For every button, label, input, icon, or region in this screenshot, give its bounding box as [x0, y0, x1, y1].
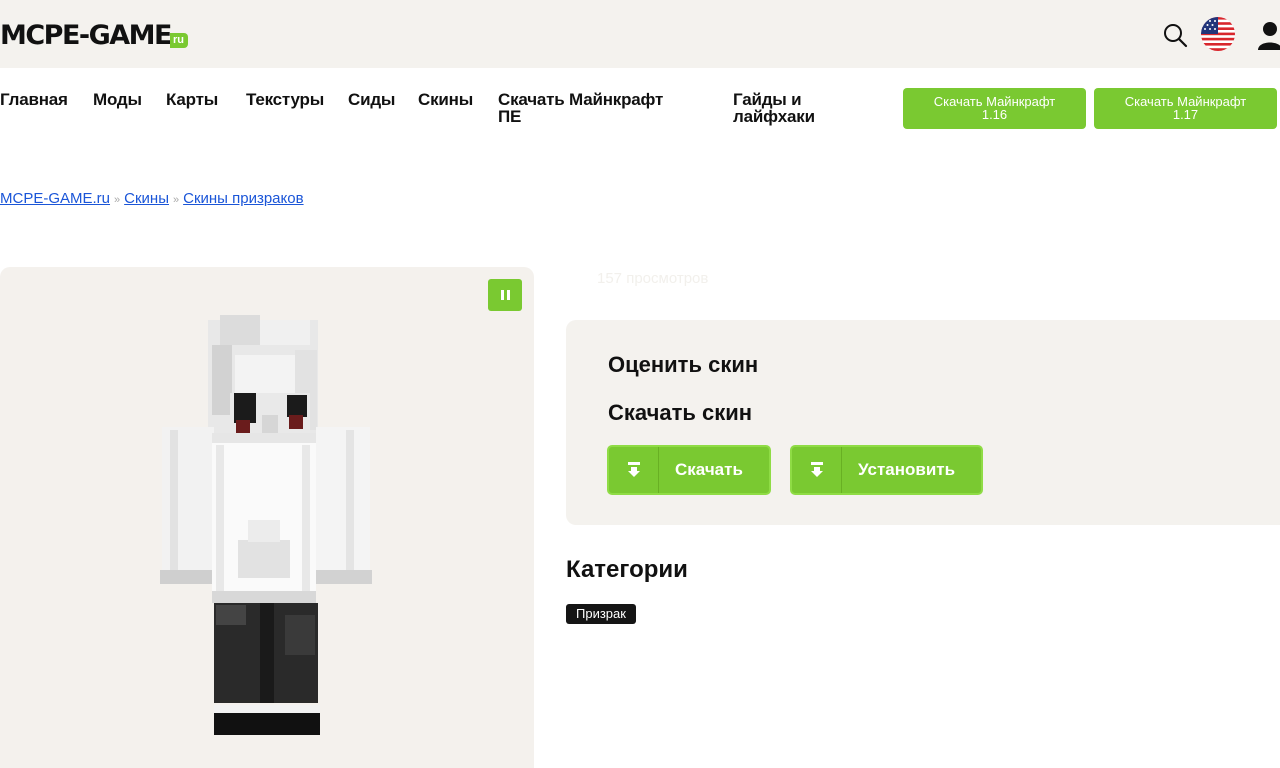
breadcrumb-skins[interactable]: Скины [124, 190, 169, 207]
download-skin-button[interactable]: Скачать [607, 445, 771, 495]
breadcrumb-sep: » [172, 194, 180, 206]
nav-mods[interactable]: Моды [93, 91, 142, 108]
view-count: 157 просмотров [597, 270, 709, 287]
nav-skins[interactable]: Скины [418, 91, 473, 108]
download-117-button[interactable]: Скачать Майнкрафт 1.17 [1094, 88, 1277, 129]
breadcrumb-home[interactable]: MCPE-GAME.ru [0, 190, 110, 207]
nav-textures[interactable]: Текстуры [246, 91, 324, 108]
nav-seeds[interactable]: Сиды [348, 91, 395, 108]
install-skin-button[interactable]: Установить [790, 445, 984, 495]
categories-title: Категории [566, 556, 688, 583]
logo-text: MCPE-GAME [0, 20, 173, 51]
download-skin-title: Скачать скин [608, 400, 753, 425]
pause-button[interactable] [488, 279, 522, 311]
download-117-line2: 1.17 [1172, 107, 1199, 122]
nav-guides[interactable]: Гайды и лайфхаки [733, 91, 815, 125]
download-116-line2: 1.16 [981, 107, 1008, 122]
logo-suffix: ru [170, 33, 188, 48]
download-icon [609, 447, 659, 493]
nav-download-pe[interactable]: Скачать Майнкрафт ПЕ [498, 91, 663, 125]
nav-download-pe-line1: Скачать Майнкрафт [498, 90, 664, 109]
download-116-button[interactable]: Скачать Майнкрафт 1.16 [903, 88, 1086, 129]
nav-maps[interactable]: Карты [166, 91, 218, 108]
main-nav: Главная Моды Карты Текстуры Сиды Скины С… [0, 68, 1280, 148]
download-skin-label: Скачать [675, 460, 743, 479]
nav-download-pe-line2: ПЕ [498, 107, 522, 126]
nav-home[interactable]: Главная [0, 91, 68, 108]
top-header: MCPE-GAME ru [0, 0, 1280, 68]
pause-icon-bar [506, 290, 510, 300]
rate-skin-title: Оценить скин [608, 352, 759, 377]
skin-preview[interactable] [0, 267, 534, 768]
site-logo[interactable]: MCPE-GAME ru [0, 20, 188, 50]
breadcrumb-sep: » [114, 194, 121, 206]
pause-icon [500, 290, 504, 300]
user-icon[interactable] [1256, 20, 1280, 50]
skin-figure [160, 315, 372, 735]
nav-guides-line2: лайфхаки [733, 107, 815, 126]
download-icon [792, 447, 842, 493]
search-icon[interactable] [1162, 22, 1188, 48]
us-flag-icon[interactable] [1201, 17, 1235, 51]
install-skin-label: Установить [858, 460, 956, 479]
skin-actions-card: Оценить скин Скачать скин Скачать Устано… [566, 320, 1280, 525]
category-tag[interactable]: Призрак [566, 604, 636, 624]
breadcrumb-ghost-skins[interactable]: Скины призраков [183, 190, 303, 207]
breadcrumb: MCPE-GAME.ru» Скины» Скины призраков [0, 190, 304, 207]
